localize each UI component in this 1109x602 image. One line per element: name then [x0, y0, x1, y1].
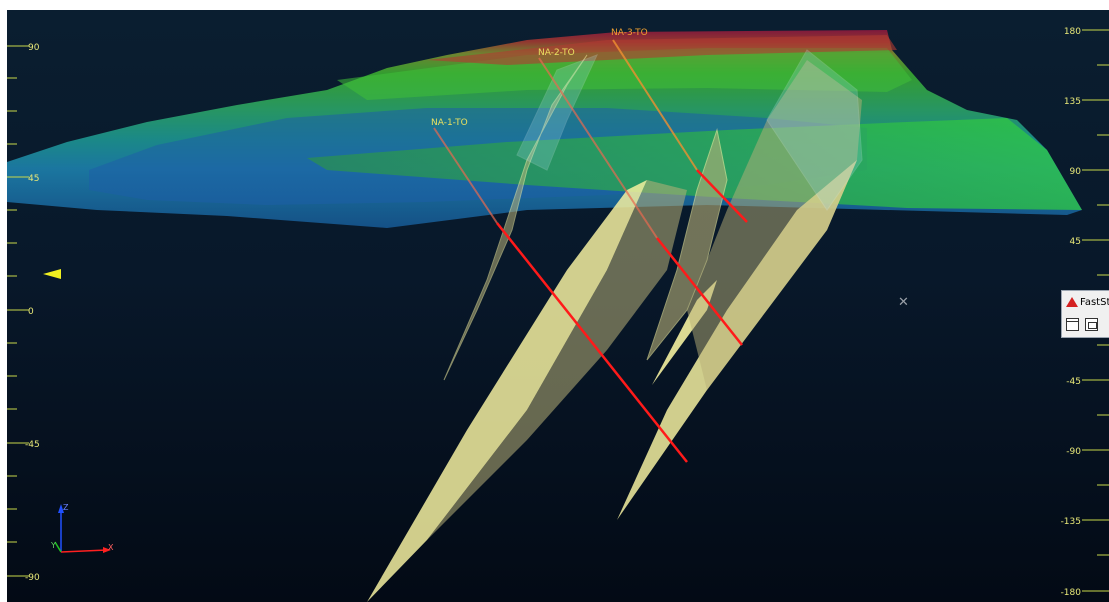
axes-triad: Z Y X: [50, 503, 114, 553]
left-axis: 90 45 0 -45 -90: [7, 43, 40, 583]
fast-panel[interactable]: FastSt: [1061, 290, 1109, 338]
fast-logo-icon: [1066, 297, 1078, 307]
drillhole-label-na-1: NA-1-TO: [431, 118, 468, 128]
right-axis-label: 45: [1070, 237, 1081, 247]
drillhole-label-na-2: NA-2-TO: [538, 48, 575, 58]
pointer-arrow-icon[interactable]: [43, 269, 61, 279]
right-axis-label: -180: [1061, 588, 1082, 598]
left-axis-label: 0: [28, 307, 34, 317]
right-axis-label: -135: [1061, 517, 1081, 527]
axis-y-label: Y: [50, 541, 56, 550]
cursor-cross-icon: ✕: [898, 295, 909, 310]
drillhole-label-na-3: NA-3-TO: [611, 28, 648, 38]
right-axis-label: -45: [1066, 377, 1081, 387]
left-axis-label: 90: [28, 43, 40, 53]
fast-panel-title[interactable]: FastSt: [1066, 295, 1109, 309]
left-axis-label: -90: [25, 573, 40, 583]
right-axis-label: 180: [1064, 27, 1081, 37]
left-axis-label: 45: [28, 174, 39, 184]
3d-viewport[interactable]: NA-1-TO NA-2-TO NA-3-TO 90 45 0 -45 -90 …: [7, 10, 1109, 602]
fast-panel-title-text: FastSt: [1080, 296, 1109, 308]
right-axis-label: 135: [1064, 97, 1081, 107]
window-maximize-icon[interactable]: [1066, 318, 1079, 331]
right-axis-label: 90: [1070, 167, 1082, 177]
right-axis-label: -90: [1066, 447, 1081, 457]
scene-canvas[interactable]: NA-1-TO NA-2-TO NA-3-TO 90 45 0 -45 -90 …: [7, 10, 1109, 602]
axis-x-label: X: [108, 543, 114, 552]
left-axis-label: -45: [25, 440, 40, 450]
axis-z-label: Z: [63, 503, 69, 512]
window-restore-icon[interactable]: [1085, 318, 1098, 331]
